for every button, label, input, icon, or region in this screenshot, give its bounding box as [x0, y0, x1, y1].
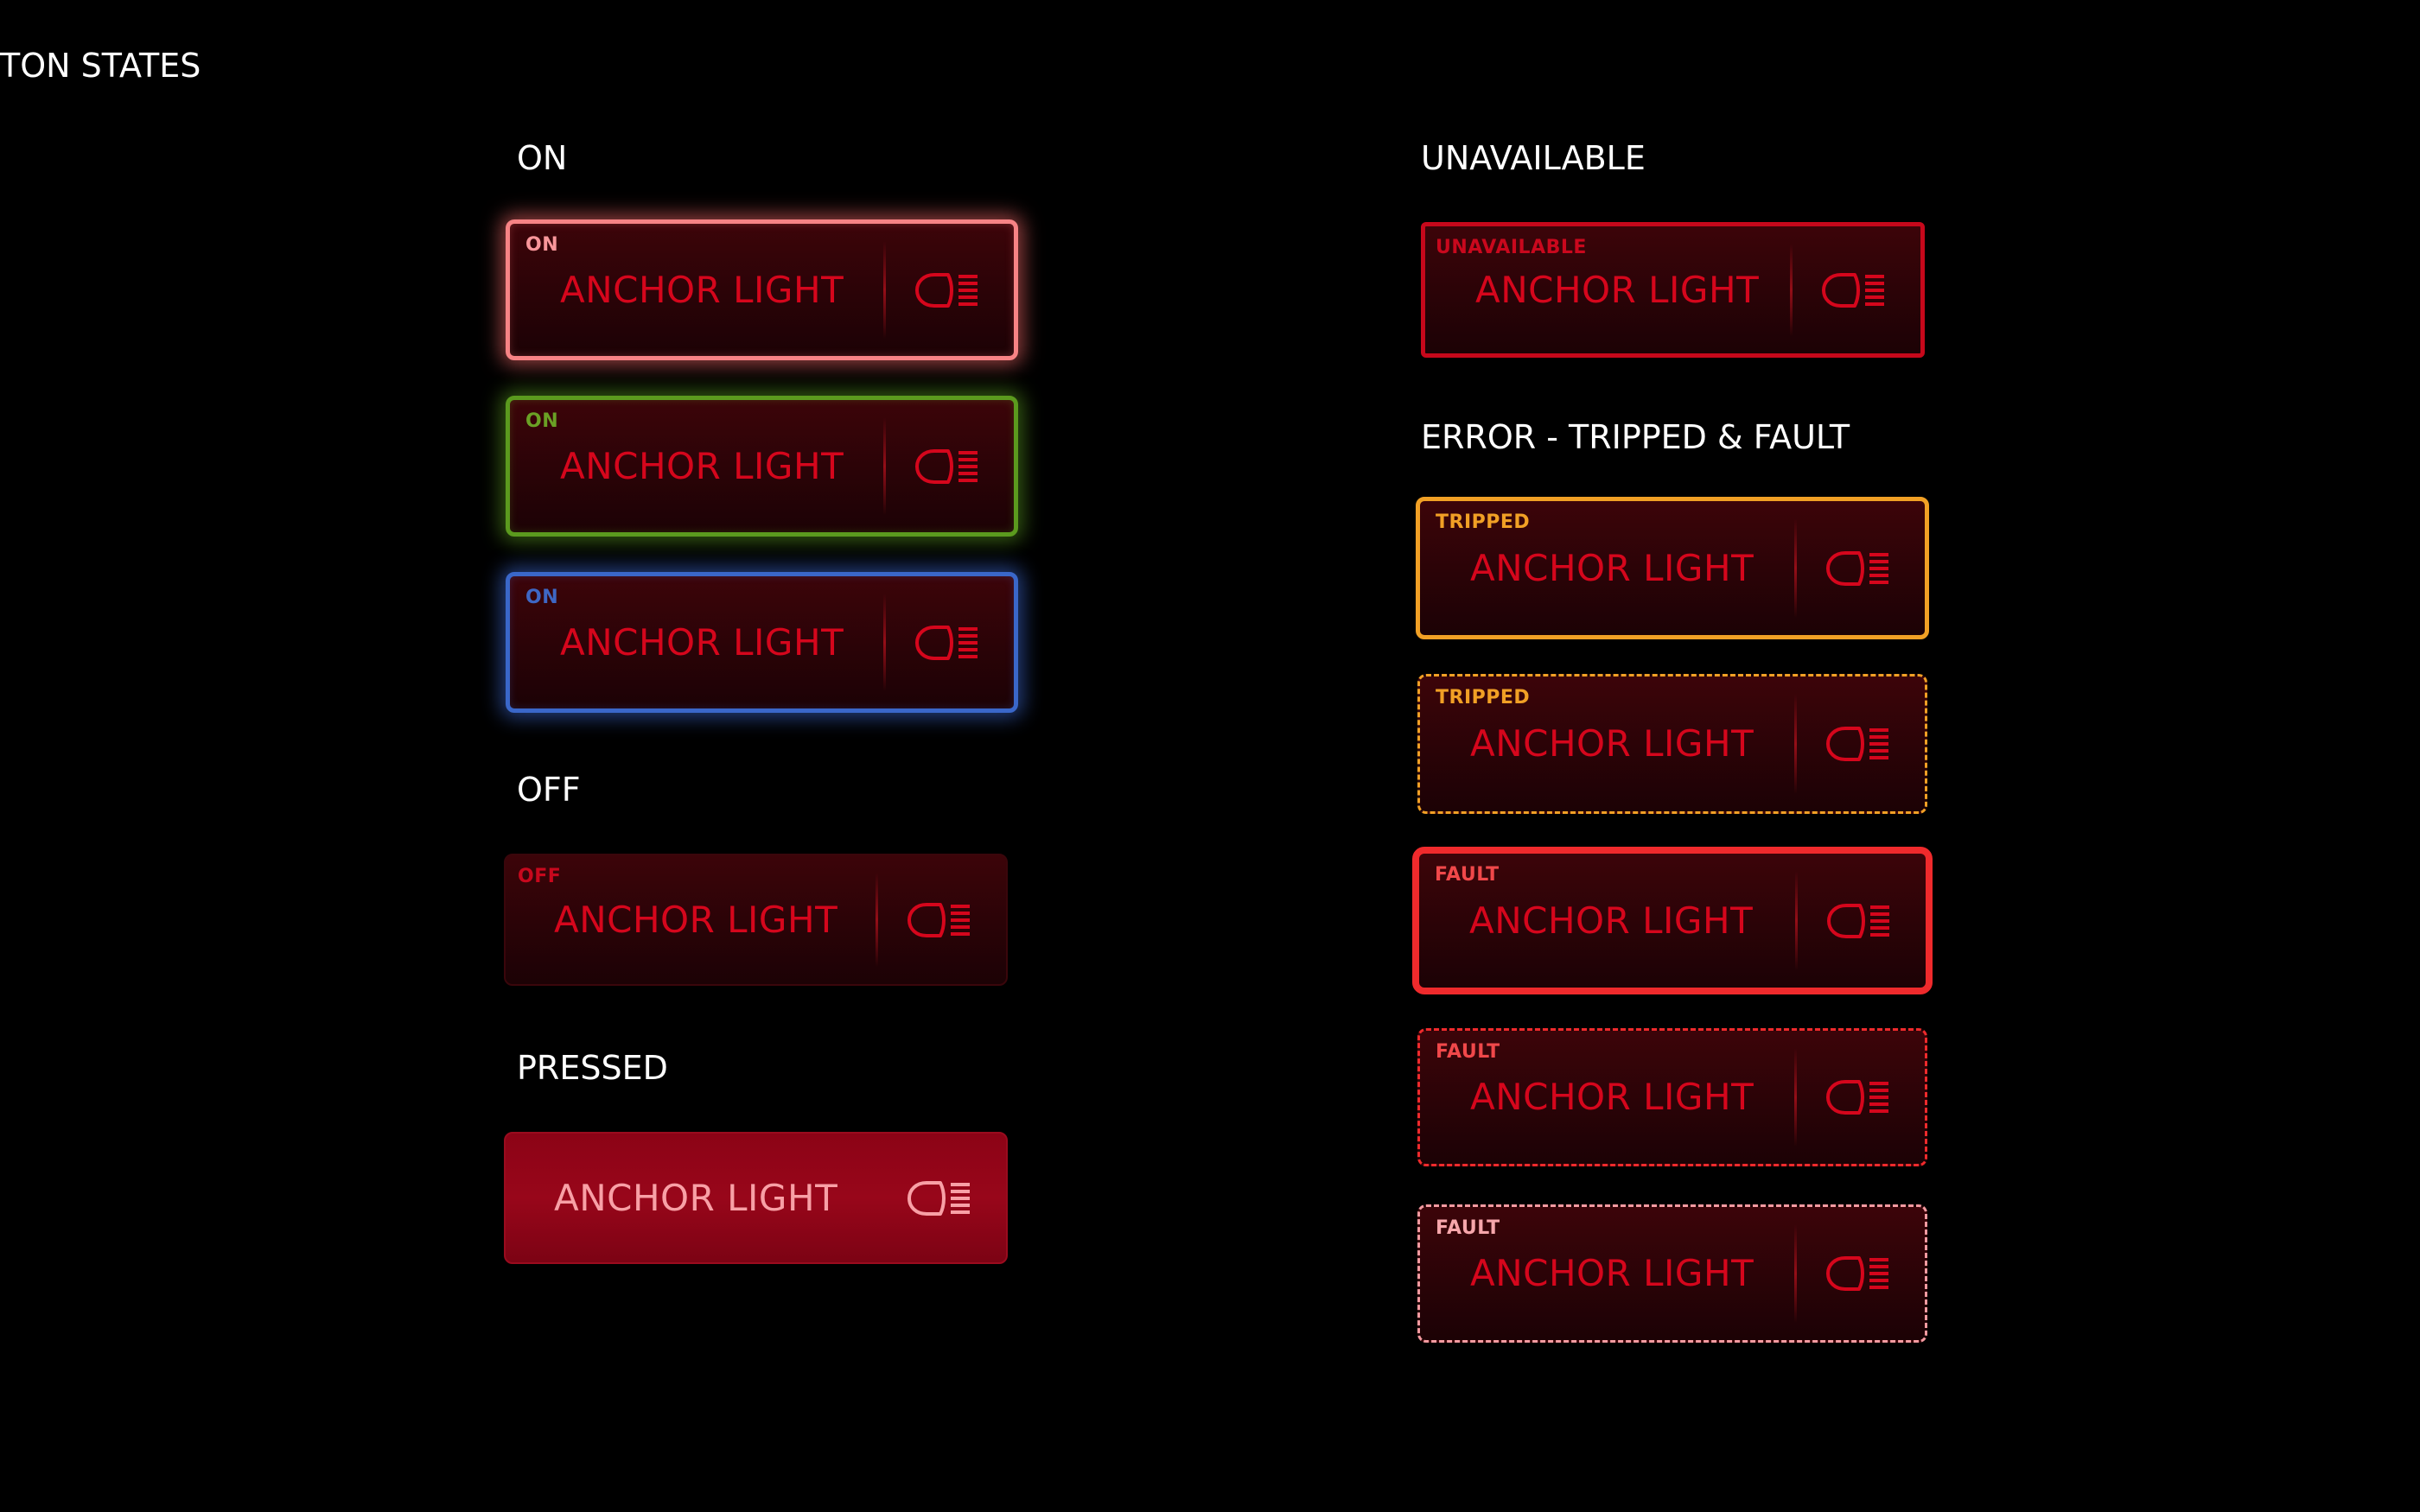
divider: [1794, 1048, 1797, 1147]
headlight-icon: [1820, 270, 1888, 311]
headlight-icon: [906, 1178, 973, 1219]
button-label: ANCHOR LIGHT: [554, 1176, 838, 1219]
anchor-light-button-on-blue[interactable]: ON ANCHOR LIGHT: [506, 572, 1018, 713]
anchor-light-button-pressed[interactable]: ANCHOR LIGHT: [504, 1132, 1008, 1264]
button-label: ANCHOR LIGHT: [1475, 268, 1760, 311]
state-tag: UNAVAILABLE: [1436, 237, 1587, 258]
button-label: ANCHOR LIGHT: [1470, 1252, 1754, 1294]
headlight-icon: [906, 899, 973, 941]
anchor-light-button-unavailable[interactable]: UNAVAILABLE ANCHOR LIGHT: [1421, 222, 1925, 358]
button-label: ANCHOR LIGHT: [554, 898, 838, 941]
divider: [883, 417, 886, 515]
state-tag: ON: [525, 587, 559, 608]
anchor-light-button-on-pink[interactable]: ON ANCHOR LIGHT: [506, 219, 1018, 360]
anchor-light-button-on-green[interactable]: ON ANCHOR LIGHT: [506, 396, 1018, 537]
anchor-light-button-tripped-dashed[interactable]: TRIPPED ANCHOR LIGHT: [1417, 674, 1927, 814]
state-tag: TRIPPED: [1436, 687, 1531, 708]
section-label-unavailable: UNAVAILABLE: [1421, 139, 1646, 177]
anchor-light-button-fault-solid[interactable]: FAULT ANCHOR LIGHT: [1412, 847, 1933, 994]
section-label-pressed: PRESSED: [517, 1049, 668, 1087]
headlight-icon: [914, 446, 981, 487]
anchor-light-button-fault-pink[interactable]: FAULT ANCHOR LIGHT: [1417, 1204, 1927, 1343]
state-tag: FAULT: [1436, 1041, 1500, 1063]
divider: [883, 594, 886, 691]
section-label-on: ON: [517, 139, 568, 177]
headlight-icon: [1825, 1253, 1892, 1294]
state-tag: ON: [525, 234, 559, 256]
divider: [1794, 518, 1797, 618]
page-title: TON STATES: [0, 47, 201, 85]
button-label: ANCHOR LIGHT: [1470, 722, 1754, 765]
state-tag: OFF: [518, 866, 562, 887]
divider: [1790, 244, 1793, 336]
divider: [1794, 1224, 1797, 1323]
headlight-icon: [1825, 900, 1893, 942]
button-label: ANCHOR LIGHT: [1469, 899, 1754, 942]
divider: [883, 241, 886, 339]
divider: [1795, 871, 1798, 970]
state-tag: FAULT: [1436, 1217, 1500, 1239]
button-label: ANCHOR LIGHT: [1470, 546, 1754, 589]
button-label: ANCHOR LIGHT: [560, 268, 844, 311]
section-label-error: ERROR - TRIPPED & FAULT: [1421, 418, 1850, 456]
anchor-light-button-fault-dashed[interactable]: FAULT ANCHOR LIGHT: [1417, 1028, 1927, 1166]
divider: [1794, 694, 1797, 794]
state-tag: ON: [525, 410, 559, 432]
anchor-light-button-off[interactable]: OFF ANCHOR LIGHT: [504, 854, 1008, 986]
section-label-off: OFF: [517, 771, 581, 809]
headlight-icon: [1825, 548, 1892, 589]
anchor-light-button-tripped-solid[interactable]: TRIPPED ANCHOR LIGHT: [1416, 497, 1929, 639]
button-label: ANCHOR LIGHT: [560, 444, 844, 487]
headlight-icon: [914, 622, 981, 664]
divider: [876, 873, 878, 967]
button-label: ANCHOR LIGHT: [560, 620, 844, 664]
button-label: ANCHOR LIGHT: [1470, 1076, 1754, 1118]
headlight-icon: [1825, 1077, 1892, 1118]
headlight-icon: [1825, 723, 1892, 765]
headlight-icon: [914, 270, 981, 311]
state-tag: FAULT: [1435, 864, 1500, 886]
state-tag: TRIPPED: [1436, 511, 1531, 533]
